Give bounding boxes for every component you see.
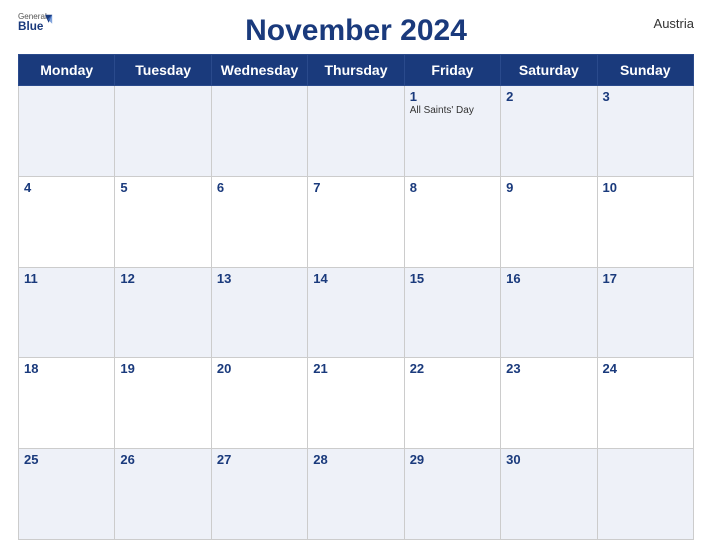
- day-number: 12: [120, 271, 205, 286]
- page-title: November 2024: [245, 14, 467, 48]
- day-number: 18: [24, 361, 109, 376]
- day-number: 8: [410, 180, 495, 195]
- day-number: 29: [410, 452, 495, 467]
- day-number: 23: [506, 361, 591, 376]
- day-number: 28: [313, 452, 398, 467]
- logo: General Blue: [18, 10, 54, 32]
- calendar-cell: 18: [19, 358, 115, 449]
- calendar-cell: 20: [211, 358, 307, 449]
- calendar-cell: 16: [501, 267, 597, 358]
- day-number: 20: [217, 361, 302, 376]
- col-header-wednesday: Wednesday: [211, 55, 307, 86]
- calendar-cell: 9: [501, 176, 597, 267]
- day-number: 7: [313, 180, 398, 195]
- day-number: 22: [410, 361, 495, 376]
- day-number: 16: [506, 271, 591, 286]
- calendar-cell: 19: [115, 358, 211, 449]
- calendar-cell: 30: [501, 449, 597, 540]
- calendar-cell: [597, 449, 693, 540]
- calendar-cell: 3: [597, 86, 693, 177]
- calendar-cell: 25: [19, 449, 115, 540]
- country-label: Austria: [654, 16, 694, 31]
- week-row-2: 456789 10: [19, 176, 694, 267]
- day-number: 2: [506, 89, 591, 104]
- calendar-cell: [211, 86, 307, 177]
- day-number: 19: [120, 361, 205, 376]
- holiday-label: All Saints' Day: [410, 105, 495, 116]
- calendar-cell: 5: [115, 176, 211, 267]
- day-number: 30: [506, 452, 591, 467]
- logo-icon: General Blue: [18, 10, 54, 32]
- calendar-cell: [115, 86, 211, 177]
- calendar-cell: 7: [308, 176, 404, 267]
- col-header-thursday: Thursday: [308, 55, 404, 86]
- calendar-cell: 2: [501, 86, 597, 177]
- calendar-cell: 17: [597, 267, 693, 358]
- day-number: 17: [603, 271, 688, 286]
- day-number: 26: [120, 452, 205, 467]
- week-row-4: 18 19 20 21 22 23 24: [19, 358, 694, 449]
- calendar-table: MondayTuesdayWednesdayThursdayFridaySatu…: [18, 54, 694, 540]
- col-header-tuesday: Tuesday: [115, 55, 211, 86]
- day-number: 10: [603, 180, 688, 195]
- day-number: 21: [313, 361, 398, 376]
- calendar-cell: 4: [19, 176, 115, 267]
- day-number: 9: [506, 180, 591, 195]
- week-row-1: 1All Saints' Day 23: [19, 86, 694, 177]
- calendar-cell: 24: [597, 358, 693, 449]
- calendar-cell: 22: [404, 358, 500, 449]
- day-number: 4: [24, 180, 109, 195]
- calendar-cell: 12: [115, 267, 211, 358]
- calendar-cell: 15: [404, 267, 500, 358]
- week-row-5: 25 26 27 28 29 30: [19, 449, 694, 540]
- calendar-cell: 13: [211, 267, 307, 358]
- calendar-header: General Blue November 2024 Austria: [18, 10, 694, 48]
- header-row: MondayTuesdayWednesdayThursdayFridaySatu…: [19, 55, 694, 86]
- day-number: 1: [410, 89, 495, 104]
- col-header-sunday: Sunday: [597, 55, 693, 86]
- day-number: 6: [217, 180, 302, 195]
- day-number: 25: [24, 452, 109, 467]
- col-header-saturday: Saturday: [501, 55, 597, 86]
- day-number: 14: [313, 271, 398, 286]
- calendar-cell: [308, 86, 404, 177]
- calendar-cell: 14: [308, 267, 404, 358]
- col-header-monday: Monday: [19, 55, 115, 86]
- calendar-cell: 28: [308, 449, 404, 540]
- day-number: 3: [603, 89, 688, 104]
- calendar-cell: 27: [211, 449, 307, 540]
- calendar-cell: 1All Saints' Day: [404, 86, 500, 177]
- calendar-cell: 8: [404, 176, 500, 267]
- calendar-cell: 10: [597, 176, 693, 267]
- day-number: 13: [217, 271, 302, 286]
- calendar-cell: 21: [308, 358, 404, 449]
- col-header-friday: Friday: [404, 55, 500, 86]
- day-number: 15: [410, 271, 495, 286]
- day-number: 5: [120, 180, 205, 195]
- day-number: 11: [24, 271, 109, 286]
- day-number: 27: [217, 452, 302, 467]
- calendar-cell: [19, 86, 115, 177]
- calendar-cell: 26: [115, 449, 211, 540]
- svg-text:Blue: Blue: [18, 20, 44, 32]
- calendar-cell: 23: [501, 358, 597, 449]
- day-number: 24: [603, 361, 688, 376]
- week-row-3: 11 12 13 14 15 16 17: [19, 267, 694, 358]
- calendar-cell: 29: [404, 449, 500, 540]
- calendar-cell: 6: [211, 176, 307, 267]
- calendar-cell: 11: [19, 267, 115, 358]
